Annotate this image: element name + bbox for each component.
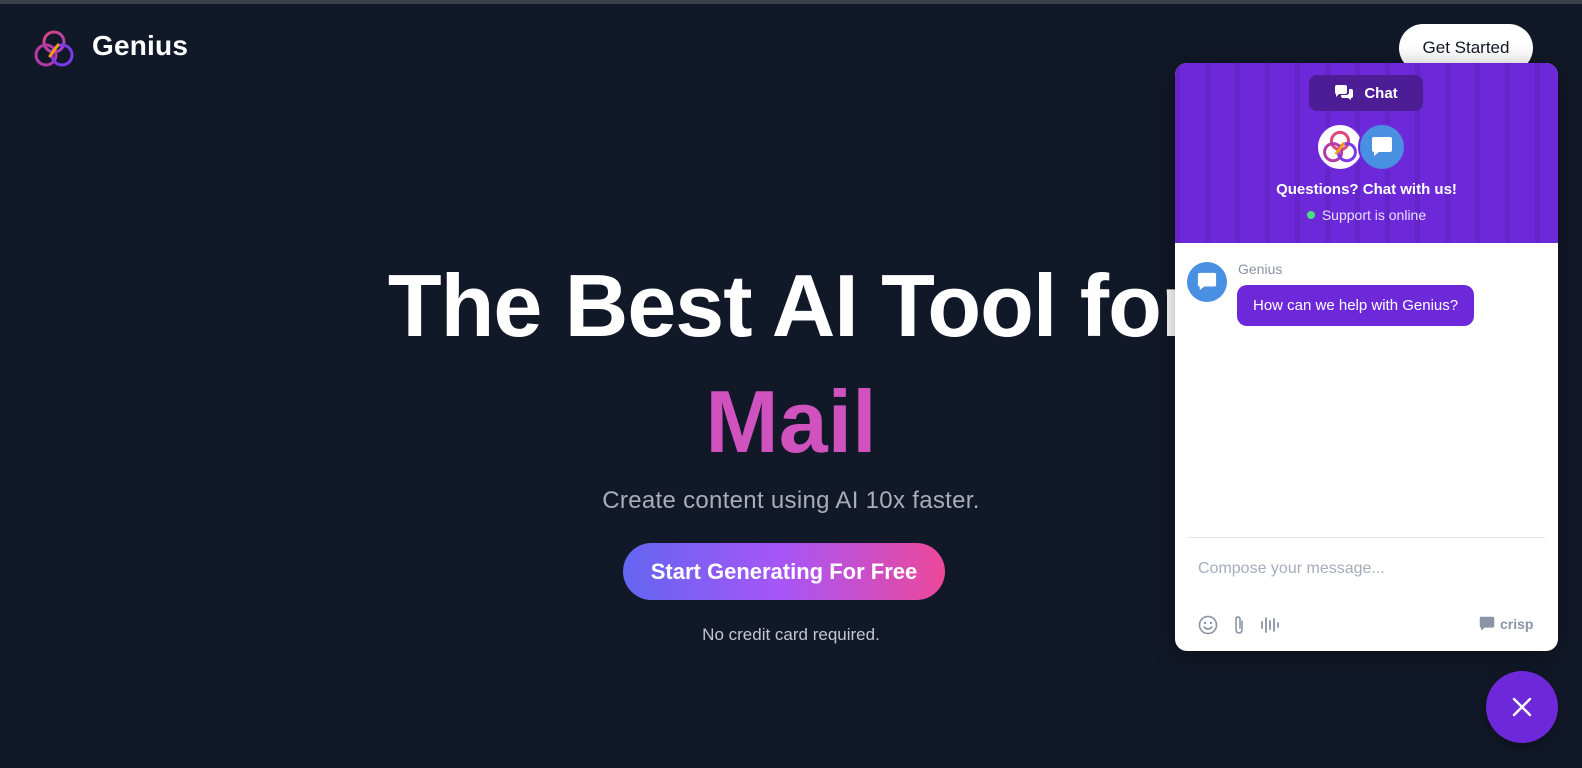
message-sender: Genius [1238, 261, 1283, 277]
crisp-branding[interactable]: crisp [1478, 613, 1533, 635]
browser-top-edge [0, 0, 1582, 4]
crisp-logo-icon [1479, 616, 1495, 631]
message-icon [1372, 137, 1392, 156]
chat-bubbles-icon [1335, 85, 1354, 100]
voice-message-button[interactable] [1258, 613, 1282, 637]
support-status: Support is online [1175, 207, 1558, 223]
attachment-button[interactable] [1227, 613, 1251, 637]
operator-avatar [1358, 123, 1406, 171]
emoji-icon [1198, 615, 1218, 635]
message-bubble: How can we help with Genius? [1237, 285, 1475, 326]
start-generating-button[interactable]: Start Generating For Free [623, 543, 945, 600]
close-chat-button[interactable] [1486, 671, 1558, 743]
online-indicator [1306, 211, 1315, 219]
voice-icon [1261, 617, 1279, 633]
compose-message-input[interactable] [1187, 553, 1545, 585]
message-icon [1197, 272, 1217, 291]
emoji-button[interactable] [1196, 613, 1220, 637]
genius-logo-icon [1323, 130, 1357, 163]
compose-divider [1187, 537, 1545, 538]
crisp-brand-label: crisp [1500, 616, 1534, 632]
support-status-label: Support is online [1321, 207, 1427, 223]
attachment-icon [1235, 616, 1243, 634]
chat-tab-label: Chat [1364, 84, 1398, 102]
brand-name[interactable]: Genius [92, 30, 188, 62]
message-avatar [1187, 262, 1227, 302]
genius-logo-icon[interactable] [33, 28, 75, 70]
genius-avatar [1316, 123, 1364, 171]
close-icon [1512, 697, 1532, 717]
chat-title: Questions? Chat with us! [1276, 181, 1457, 198]
chat-widget: Chat Questions? Chat with us! Support is… [1175, 63, 1558, 651]
chat-header: Chat Questions? Chat with us! Support is… [1175, 63, 1558, 243]
chat-tab[interactable]: Chat [1309, 75, 1423, 111]
